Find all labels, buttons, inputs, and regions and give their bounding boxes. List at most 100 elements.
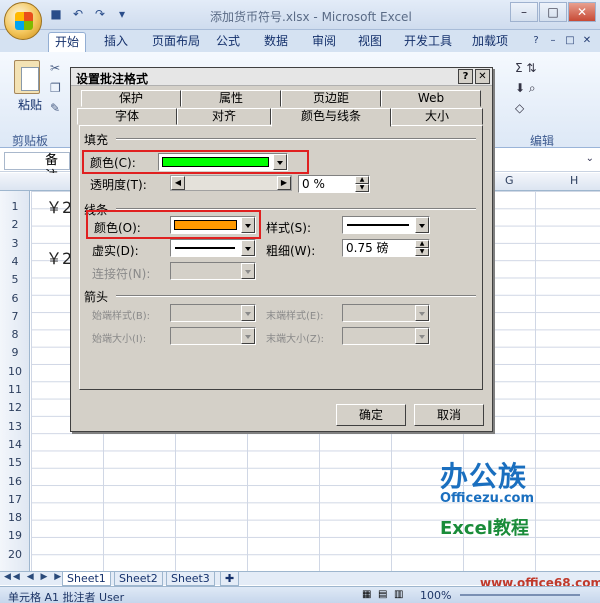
cell-currency[interactable]: ￥2 — [46, 245, 72, 269]
tab-home[interactable]: 开始 — [48, 32, 87, 52]
sheet-tab[interactable]: Sheet2 — [114, 572, 163, 586]
row-number[interactable]: 3 — [0, 237, 30, 250]
row-number[interactable]: 13 — [0, 420, 30, 433]
fill-color-dropdown[interactable] — [158, 153, 288, 171]
weight-spinner[interactable]: ▲ ▼ — [415, 240, 429, 256]
chevron-down-icon — [241, 328, 255, 344]
scroll-right-icon[interactable]: ▶ — [277, 176, 291, 190]
clear-icon[interactable]: ◇ — [515, 101, 524, 115]
line-color-label: 颜色(O): — [94, 221, 141, 235]
tab-data[interactable]: 数据 — [258, 32, 294, 52]
row-number[interactable]: 8 — [0, 328, 30, 341]
name-box[interactable]: 备注 — [4, 152, 70, 184]
row-number[interactable]: 2 — [0, 218, 30, 231]
transparency-slider[interactable]: ◀ ▶ — [170, 175, 292, 191]
cut-icon[interactable]: ✂ — [50, 58, 61, 78]
zoom-level[interactable]: 100% — [420, 589, 451, 602]
column-h[interactable]: H — [570, 174, 578, 187]
customize-qat-icon[interactable]: ▾ — [114, 6, 130, 22]
window-controls: – □ ✕ — [509, 2, 596, 22]
line-style-dropdown[interactable] — [342, 216, 430, 234]
save-icon[interactable]: ■ — [48, 6, 64, 22]
row-number[interactable]: 1 — [0, 200, 30, 213]
row-number[interactable]: 16 — [0, 475, 30, 488]
workbook-close-icon[interactable]: ✕ — [580, 34, 594, 48]
tab-colors-lines[interactable]: 颜色与线条 — [271, 108, 391, 127]
dialog-title: 设置批注格式 — [76, 72, 149, 86]
dialog-help-button[interactable]: ? — [458, 69, 473, 84]
line-color-dropdown[interactable] — [170, 216, 256, 234]
row-number[interactable]: 15 — [0, 456, 30, 469]
undo-icon[interactable]: ↶ — [70, 6, 86, 22]
close-button[interactable]: ✕ — [568, 2, 596, 22]
dash-dropdown[interactable] — [170, 239, 256, 257]
row-number[interactable]: 17 — [0, 493, 30, 506]
redo-icon[interactable]: ↷ — [92, 6, 108, 22]
autosum-icon[interactable]: Σ — [515, 61, 523, 75]
row-number[interactable]: 5 — [0, 273, 30, 286]
maximize-button[interactable]: □ — [539, 2, 567, 22]
tab-addins[interactable]: 加载项 — [466, 32, 514, 52]
row-number[interactable]: 10 — [0, 365, 30, 378]
tab-font[interactable]: 字体 — [77, 108, 177, 125]
chevron-down-icon[interactable] — [273, 154, 287, 170]
weight-input[interactable]: 0.75 磅 ▲ ▼ — [342, 239, 430, 257]
ribbon-restore-icon[interactable]: □ — [563, 34, 577, 48]
sheet-tab[interactable]: Sheet3 — [166, 572, 215, 586]
tab-developer[interactable]: 开发工具 — [398, 32, 458, 52]
ribbon-minimize-icon[interactable]: – — [546, 34, 560, 48]
sort-filter-icon[interactable]: ⇅ — [526, 61, 536, 75]
tab-formulas[interactable]: 公式 — [210, 32, 246, 52]
cell-currency[interactable]: ￥2 — [46, 194, 72, 218]
tab-size[interactable]: 大小 — [391, 108, 483, 125]
office-button[interactable] — [4, 2, 42, 40]
zoom-slider[interactable] — [460, 594, 580, 596]
dialog-close-button[interactable]: ✕ — [475, 69, 490, 84]
help-icon[interactable]: ? — [529, 34, 543, 48]
page-layout-view-icon[interactable]: ▤ — [378, 589, 387, 600]
row-number[interactable]: 9 — [0, 346, 30, 359]
scroll-left-icon[interactable]: ◀ — [171, 176, 185, 190]
chevron-down-icon[interactable] — [241, 217, 255, 233]
cancel-button[interactable]: 取消 — [414, 404, 484, 426]
weight-label: 粗细(W): — [266, 244, 316, 258]
row-number[interactable]: 14 — [0, 438, 30, 451]
chevron-down-icon[interactable] — [415, 217, 429, 233]
row-number[interactable]: 20 — [0, 548, 30, 561]
copy-icon[interactable]: ❐ — [50, 78, 61, 98]
row-number[interactable]: 18 — [0, 511, 30, 524]
minimize-button[interactable]: – — [510, 2, 538, 22]
tab-page-layout[interactable]: 页面布局 — [146, 32, 206, 52]
tab-review[interactable]: 审阅 — [306, 32, 342, 52]
tab-view[interactable]: 视图 — [352, 32, 388, 52]
row-number[interactable]: 6 — [0, 292, 30, 305]
insert-sheet-icon[interactable]: ✚ — [220, 572, 240, 586]
connector-dropdown — [170, 262, 256, 280]
normal-view-icon[interactable]: ▦ — [362, 589, 371, 600]
transparency-input[interactable]: 0 % ▲ ▼ — [298, 175, 370, 193]
fill-icon[interactable]: ⬇ — [515, 81, 525, 95]
transparency-spinner[interactable]: ▲ ▼ — [355, 176, 369, 192]
tab-insert[interactable]: 插入 — [98, 32, 134, 52]
chevron-down-icon[interactable] — [241, 240, 255, 256]
page-break-view-icon[interactable]: ▥ — [394, 589, 403, 600]
paste-label[interactable]: 粘贴 — [18, 96, 42, 113]
row-number[interactable]: 19 — [0, 529, 30, 542]
row-number[interactable]: 12 — [0, 401, 30, 414]
end-style-label: 末端样式(E): — [266, 311, 324, 322]
row-number[interactable]: 11 — [0, 383, 30, 396]
find-icon[interactable]: ⌕ — [529, 81, 536, 95]
row-number[interactable]: 7 — [0, 310, 30, 323]
format-painter-icon[interactable]: ✎ — [50, 98, 61, 118]
sheet-tab[interactable]: Sheet1 — [62, 572, 111, 586]
ok-button[interactable]: 确定 — [336, 404, 406, 426]
row-number[interactable]: 4 — [0, 255, 30, 268]
tab-web[interactable]: Web — [381, 90, 481, 107]
tab-properties[interactable]: 属性 — [181, 90, 281, 107]
formula-expand-icon[interactable]: ⌄ — [586, 153, 594, 164]
paste-icon[interactable] — [14, 60, 40, 94]
tab-alignment[interactable]: 对齐 — [177, 108, 271, 125]
tab-protection[interactable]: 保护 — [81, 90, 181, 107]
column-g[interactable]: G — [505, 174, 514, 187]
tab-margins[interactable]: 页边距 — [281, 90, 381, 107]
